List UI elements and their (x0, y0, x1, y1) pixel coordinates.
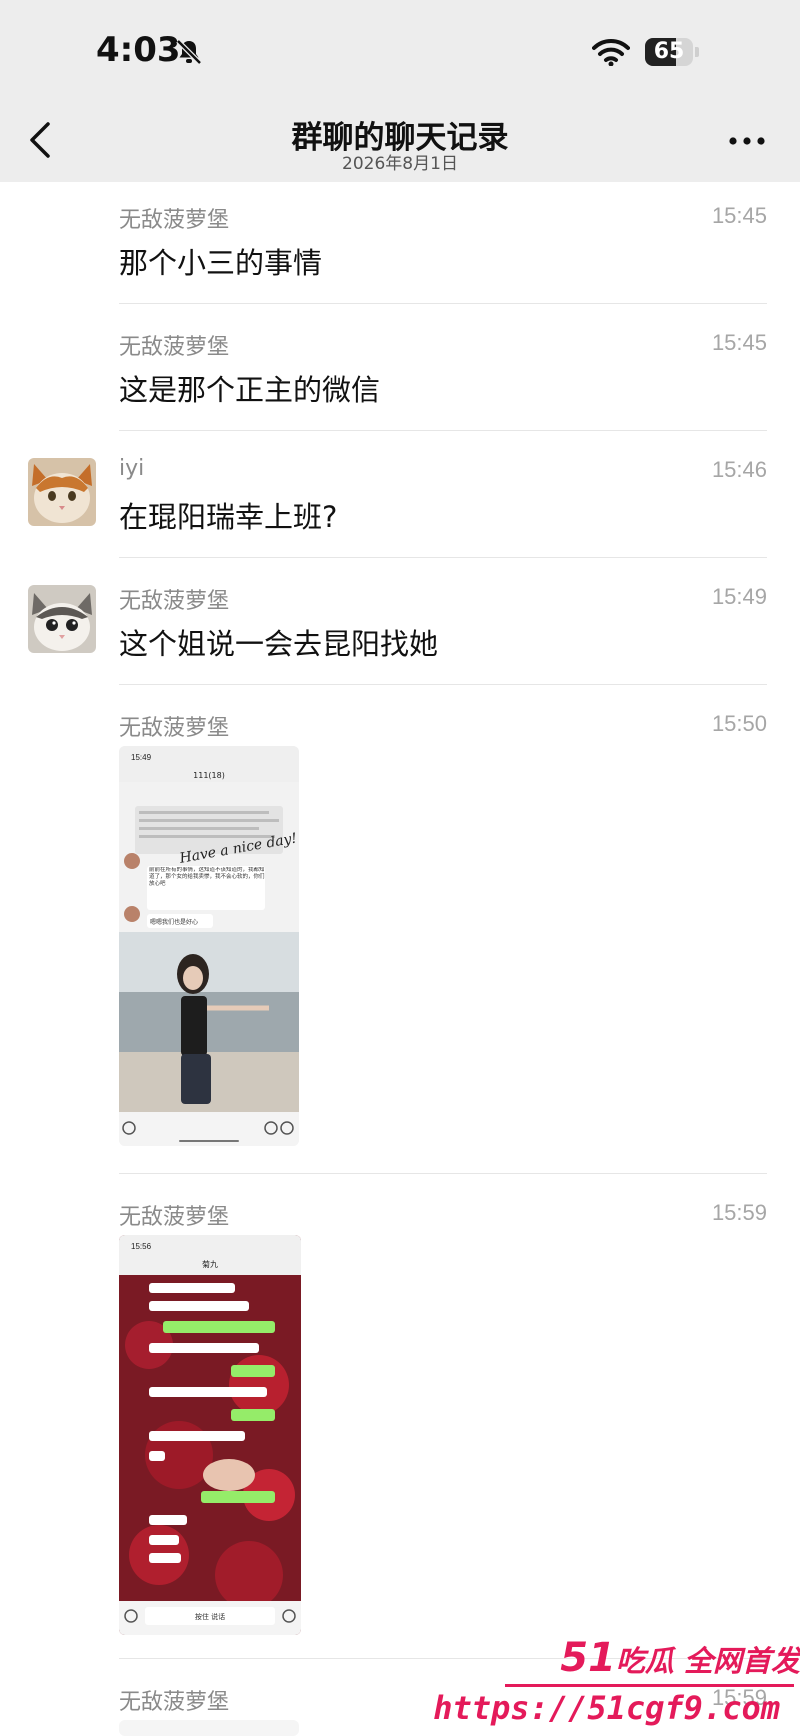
message-row[interactable]: 无敌菠萝堡 15:45 这是那个正主的微信 (0, 309, 800, 431)
shot1-chat-line1: 前前在所有的事情，这知道不该知道的，我都知道了，那个女的给我卖惨，我不会心软的，… (149, 867, 265, 887)
sender-name: 无敌菠萝堡 (119, 1690, 230, 1715)
message-row[interactable]: 无敌菠萝堡 15:45 那个小三的事情 (0, 182, 800, 304)
message-text: 这是那个正主的微信 (119, 373, 381, 407)
message-time: 15:45 (711, 203, 767, 228)
message-row[interactable]: iyi 15:46 在琨阳瑞幸上班? (0, 436, 800, 558)
message-time: 15:49 (711, 584, 767, 609)
watermark-url: https://51cgf9.com (433, 1689, 780, 1727)
message-row[interactable]: 无敌菠萝堡 15:59 (0, 1179, 800, 1659)
battery-tip (695, 47, 699, 57)
message-text: 这个姐说一会去昆阳找她 (119, 627, 439, 661)
shot1-title: 111(18) (193, 771, 225, 780)
sender-name: 无敌菠萝堡 (119, 335, 230, 360)
sender-name: 无敌菠萝堡 (119, 208, 230, 233)
bell-slash-icon (176, 39, 202, 65)
message-text: 在琨阳瑞幸上班? (119, 500, 338, 534)
avatar[interactable] (28, 585, 96, 653)
top-bar: 4:03 65 群聊的聊天记录 2026年8月1日 (0, 0, 800, 182)
sender-name: 无敌菠萝堡 (119, 589, 230, 614)
sender-name: iyi (119, 456, 145, 481)
divider (119, 684, 767, 685)
shot2-title: 菊九 (202, 1259, 218, 1269)
watermark-tagline: 吃瓜 全网首发 (615, 1644, 800, 1678)
sender-name: 无敌菠萝堡 (119, 1205, 230, 1230)
shot2-time: 15:56 (131, 1242, 152, 1251)
cat-avatar-icon (28, 585, 96, 653)
status-time: 4:03 (96, 30, 181, 70)
sender-name: 无敌菠萝堡 (119, 716, 230, 741)
divider (119, 557, 767, 558)
chat-screenshot-picture: 15:49 111(18) Have a nice day! 前前在所有的事情，… (119, 746, 299, 1146)
battery-indicator: 65 (645, 38, 693, 66)
message-time: 15:46 (711, 457, 767, 482)
shot1-time: 15:49 (131, 753, 152, 762)
battery-level-text: 65 (653, 39, 685, 64)
page-subtitle-date: 2026年8月1日 (342, 154, 458, 174)
screenshot-image[interactable]: 15:49 111(18) Have a nice day! 前前在所有的事情，… (119, 746, 299, 1146)
divider (119, 430, 767, 431)
message-row[interactable]: 无敌菠萝堡 15:49 这个姐说一会去昆阳找她 (0, 563, 800, 685)
message-time: 15:59 (711, 1200, 767, 1225)
message-row[interactable]: 无敌菠萝堡 15:50 15:49 111(18) Have a nice da… (0, 690, 800, 1174)
watermark: 51吃瓜 全网首发 https://51cgf9.com (433, 1635, 800, 1736)
cat-avatar-icon (28, 458, 96, 526)
ellipsis-icon[interactable] (728, 136, 766, 146)
divider (119, 303, 767, 304)
avatar[interactable] (28, 458, 96, 526)
chat-screenshot-picture: 15:56 菊九 按住 说话 (119, 1235, 301, 1635)
watermark-title: 51吃瓜 全网首发 (560, 1635, 800, 1681)
message-time: 15:45 (711, 330, 767, 355)
message-time: 15:50 (711, 711, 767, 736)
watermark-brand: 51 (560, 1635, 616, 1681)
screenshot-image[interactable] (119, 1720, 299, 1736)
screenshot-image[interactable]: 15:56 菊九 按住 说话 (119, 1235, 301, 1635)
watermark-line (505, 1684, 794, 1687)
divider (119, 1173, 767, 1174)
shot2-voice-label: 按住 说话 (195, 1612, 225, 1621)
wifi-icon (592, 38, 630, 66)
shot1-chat-line2: 嗯嗯我们也是好心 (150, 918, 198, 926)
message-text: 那个小三的事情 (119, 246, 323, 280)
